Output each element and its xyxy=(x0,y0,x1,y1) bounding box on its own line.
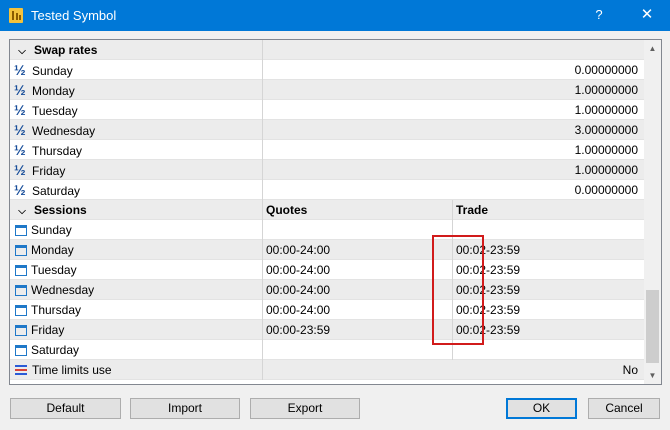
swap-value[interactable]: 0.00000000 xyxy=(263,60,644,80)
scroll-up-icon[interactable]: ▲ xyxy=(644,40,661,57)
scroll-down-icon[interactable]: ▼ xyxy=(644,367,661,384)
symbol-app-icon xyxy=(9,8,23,23)
calendar-icon xyxy=(15,225,27,236)
quotes-session[interactable] xyxy=(263,340,453,360)
half-icon: ½ xyxy=(14,102,26,118)
session-day-label: Friday xyxy=(31,323,65,337)
calendar-icon xyxy=(15,305,27,316)
time-limits-label: Time limits use xyxy=(32,363,112,377)
cancel-button[interactable]: Cancel xyxy=(588,398,660,419)
swap-row-saturday[interactable]: ½ Saturday 0.00000000 xyxy=(10,180,644,200)
section-label: Swap rates xyxy=(34,43,98,57)
section-swap-rates[interactable]: ⌵ Swap rates xyxy=(10,40,644,60)
swap-day-label: Thursday xyxy=(32,144,83,158)
half-icon: ½ xyxy=(14,162,26,178)
quotes-session[interactable]: 00:00-24:00 xyxy=(263,240,453,260)
time-limits-icon xyxy=(15,365,27,375)
half-icon: ½ xyxy=(14,182,26,198)
calendar-icon xyxy=(15,285,27,296)
session-row-wednesday[interactable]: Wednesday 00:00-24:00 00:02-23:59 xyxy=(10,280,644,300)
calendar-icon xyxy=(15,265,27,276)
session-day-label: Tuesday xyxy=(31,263,77,277)
time-limits-value[interactable]: No xyxy=(263,360,644,380)
session-day-label: Thursday xyxy=(31,303,82,317)
symbol-properties-grid: ⌵ Swap rates ½ Sunday 0.00000000 ½ Monday 1… xyxy=(9,39,662,385)
session-row-sunday[interactable]: Sunday xyxy=(10,220,644,240)
swap-day-label: Saturday xyxy=(32,184,81,198)
swap-value[interactable]: 1.00000000 xyxy=(263,160,644,180)
swap-value[interactable]: 1.00000000 xyxy=(263,80,644,100)
scrollbar-thumb[interactable] xyxy=(646,290,659,363)
swap-row-tuesday[interactable]: ½ Tuesday 1.00000000 xyxy=(10,100,644,120)
title-bar: Tested Symbol ? ✕ xyxy=(0,0,670,31)
quotes-session[interactable]: 00:00-24:00 xyxy=(263,300,453,320)
swap-value[interactable]: 1.00000000 xyxy=(263,100,644,120)
swap-day-label: Monday xyxy=(32,84,75,98)
swap-value[interactable]: 1.00000000 xyxy=(263,140,644,160)
chevron-down-icon[interactable]: ⌵ xyxy=(14,42,30,62)
calendar-icon xyxy=(15,325,27,336)
session-day-label: Sunday xyxy=(31,223,72,237)
window-title: Tested Symbol xyxy=(31,8,117,23)
swap-day-label: Tuesday xyxy=(32,104,78,118)
section-label: Sessions xyxy=(34,203,87,217)
swap-value[interactable]: 0.00000000 xyxy=(263,180,644,200)
session-day-label: Wednesday xyxy=(31,283,95,297)
swap-row-friday[interactable]: ½ Friday 1.00000000 xyxy=(10,160,644,180)
swap-row-monday[interactable]: ½ Monday 1.00000000 xyxy=(10,80,644,100)
import-button[interactable]: Import xyxy=(130,398,240,419)
trade-highlight-box xyxy=(432,235,484,345)
session-row-thursday[interactable]: Thursday 00:00-24:00 00:02-23:59 xyxy=(10,300,644,320)
session-row-tuesday[interactable]: Tuesday 00:00-24:00 00:02-23:59 xyxy=(10,260,644,280)
ok-button[interactable]: OK xyxy=(506,398,577,419)
session-row-monday[interactable]: Monday 00:00-24:00 00:02-23:59 xyxy=(10,240,644,260)
calendar-icon xyxy=(15,245,27,256)
calendar-icon xyxy=(15,345,27,356)
trade-column-header: Trade xyxy=(456,203,489,217)
quotes-session[interactable]: 00:00-24:00 xyxy=(263,280,453,300)
swap-row-thursday[interactable]: ½ Thursday 1.00000000 xyxy=(10,140,644,160)
quotes-session[interactable] xyxy=(263,220,453,240)
help-button[interactable]: ? xyxy=(584,4,614,26)
swap-day-label: Sunday xyxy=(32,64,73,78)
section-sessions[interactable]: ⌵ Sessions Quotes Trade xyxy=(10,200,644,220)
close-button[interactable]: ✕ xyxy=(632,4,662,26)
swap-row-sunday[interactable]: ½ Sunday 0.00000000 xyxy=(10,60,644,80)
swap-day-label: Wednesday xyxy=(32,124,96,138)
default-button[interactable]: Default xyxy=(10,398,121,419)
session-day-label: Saturday xyxy=(31,343,80,357)
half-icon: ½ xyxy=(14,142,26,158)
half-icon: ½ xyxy=(14,62,26,78)
swap-value[interactable]: 3.00000000 xyxy=(263,120,644,140)
swap-row-wednesday[interactable]: ½ Wednesday 3.00000000 xyxy=(10,120,644,140)
vertical-scrollbar[interactable]: ▲ ▼ xyxy=(644,40,661,384)
session-day-label: Monday xyxy=(31,243,74,257)
chevron-down-icon[interactable]: ⌵ xyxy=(14,202,30,222)
export-button[interactable]: Export xyxy=(250,398,360,419)
session-row-saturday[interactable]: Saturday xyxy=(10,340,644,360)
quotes-session[interactable]: 00:00-24:00 xyxy=(263,260,453,280)
session-row-friday[interactable]: Friday 00:00-23:59 00:02-23:59 xyxy=(10,320,644,340)
quotes-column-header: Quotes xyxy=(263,200,453,220)
quotes-session[interactable]: 00:00-23:59 xyxy=(263,320,453,340)
half-icon: ½ xyxy=(14,122,26,138)
swap-day-label: Friday xyxy=(32,164,66,178)
time-limits-row[interactable]: Time limits use No xyxy=(10,360,644,380)
property-list: ⌵ Swap rates ½ Sunday 0.00000000 ½ Monday 1… xyxy=(10,40,644,380)
half-icon: ½ xyxy=(14,82,26,98)
